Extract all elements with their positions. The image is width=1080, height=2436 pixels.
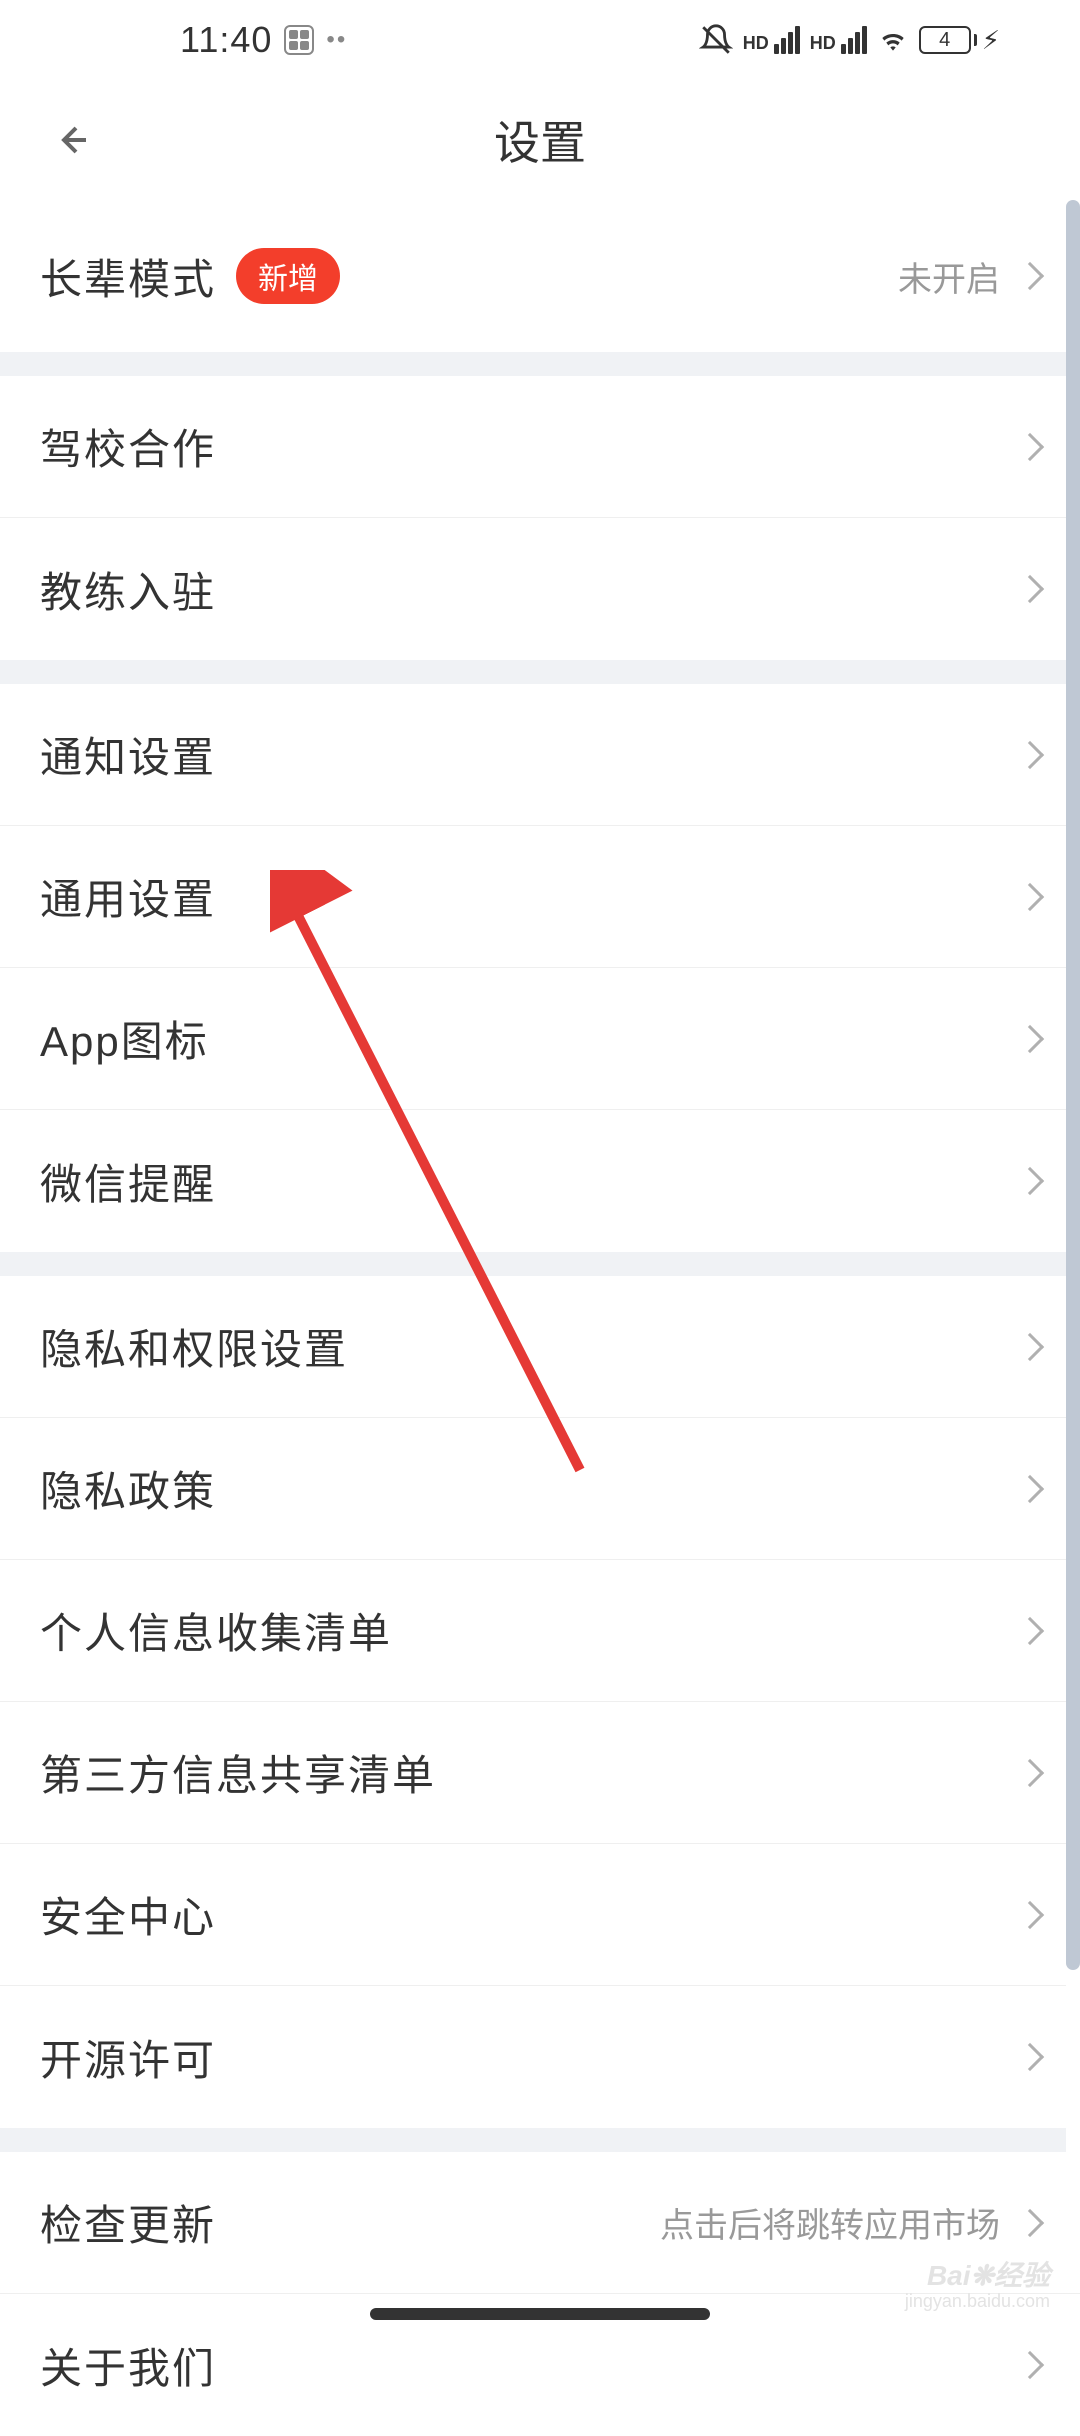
nfc-icon (284, 25, 314, 55)
back-button[interactable] (40, 110, 100, 170)
row-app-icon[interactable]: App图标 (0, 968, 1080, 1110)
row-label: 教练入驻 (40, 559, 216, 620)
row-privacy-permissions[interactable]: 隐私和权限设置 (0, 1276, 1080, 1418)
chevron-right-icon (1016, 1758, 1044, 1786)
charging-icon: ⚡︎ (982, 25, 1000, 56)
chevron-right-icon (1016, 262, 1044, 290)
more-icon: •• (326, 26, 347, 54)
watermark: Bai❋经验 jingyan.baidu.com (905, 2261, 1050, 2312)
signal-bars-icon (841, 26, 867, 54)
row-elder-mode[interactable]: 长辈模式 新增 未开启 (0, 200, 1080, 352)
new-badge: 新增 (236, 248, 340, 304)
row-security-center[interactable]: 安全中心 (0, 1844, 1080, 1986)
back-arrow-icon (46, 116, 94, 164)
page-title: 设置 (0, 107, 1080, 173)
row-label: 检查更新 (40, 2192, 216, 2253)
row-privacy-policy[interactable]: 隐私政策 (0, 1418, 1080, 1560)
chevron-right-icon (1016, 1167, 1044, 1195)
chevron-right-icon (1016, 1616, 1044, 1644)
row-general-settings[interactable]: 通用设置 (0, 826, 1080, 968)
row-label: 隐私和权限设置 (40, 1316, 348, 1377)
home-indicator[interactable] (370, 2308, 710, 2320)
row-coach-join[interactable]: 教练入驻 (0, 518, 1080, 660)
row-value: 未开启 (898, 252, 1000, 301)
wifi-icon (877, 24, 909, 56)
chevron-right-icon (1016, 2208, 1044, 2236)
section-privacy: 隐私和权限设置 隐私政策 个人信息收集清单 第三方信息共享清单 安全中心 开源许… (0, 1276, 1080, 2128)
chevron-right-icon (1016, 1900, 1044, 1928)
scrollbar-thumb[interactable] (1066, 200, 1080, 1970)
chevron-right-icon (1016, 1474, 1044, 1502)
status-time: 11:40 (180, 19, 272, 61)
hd-label-1: HD (743, 33, 769, 54)
watermark-sub: jingyan.baidu.com (905, 2292, 1050, 2312)
status-bar: 11:40 •• HD HD 4 (0, 0, 1080, 80)
row-label: 通知设置 (40, 724, 216, 785)
signal-2: HD (810, 26, 867, 54)
section-cooperation: 驾校合作 教练入驻 (0, 376, 1080, 660)
row-label: App图标 (40, 1008, 209, 1069)
row-label: 驾校合作 (40, 416, 216, 477)
signal-1: HD (743, 26, 800, 54)
vibrate-silent-icon (699, 23, 733, 57)
status-left: 11:40 •• (180, 19, 347, 61)
chevron-right-icon (1016, 2043, 1044, 2071)
status-right: HD HD 4 ⚡︎ (699, 23, 1000, 57)
section-elder-mode: 长辈模式 新增 未开启 (0, 200, 1080, 352)
row-label: 开源许可 (40, 2027, 216, 2088)
row-wechat-reminder[interactable]: 微信提醒 (0, 1110, 1080, 1252)
row-open-source-license[interactable]: 开源许可 (0, 1986, 1080, 2128)
row-label: 第三方信息共享清单 (40, 1742, 436, 1803)
section-general: 通知设置 通用设置 App图标 微信提醒 (0, 684, 1080, 1252)
chevron-right-icon (1016, 1332, 1044, 1360)
row-label: 通用设置 (40, 866, 216, 927)
row-label: 关于我们 (40, 2335, 216, 2396)
row-notification-settings[interactable]: 通知设置 (0, 684, 1080, 826)
page-header: 设置 (0, 80, 1080, 200)
row-label: 微信提醒 (40, 1151, 216, 1212)
chevron-right-icon (1016, 2351, 1044, 2379)
chevron-right-icon (1016, 575, 1044, 603)
row-personal-info-list[interactable]: 个人信息收集清单 (0, 1560, 1080, 1702)
chevron-right-icon (1016, 432, 1044, 460)
row-label: 长辈模式 (40, 246, 216, 307)
battery-indicator: 4 ⚡︎ (919, 25, 1000, 56)
row-label: 安全中心 (40, 1884, 216, 1945)
chevron-right-icon (1016, 1024, 1044, 1052)
row-third-party-sharing[interactable]: 第三方信息共享清单 (0, 1702, 1080, 1844)
row-label: 隐私政策 (40, 1458, 216, 1519)
row-label: 个人信息收集清单 (40, 1600, 392, 1661)
battery-level: 4 (939, 29, 950, 52)
hd-label-2: HD (810, 33, 836, 54)
chevron-right-icon (1016, 882, 1044, 910)
signal-bars-icon (774, 26, 800, 54)
chevron-right-icon (1016, 740, 1044, 768)
row-value: 点击后将跳转应用市场 (660, 2198, 1000, 2247)
watermark-main: Bai❋经验 (927, 2260, 1050, 2291)
row-driving-school[interactable]: 驾校合作 (0, 376, 1080, 518)
